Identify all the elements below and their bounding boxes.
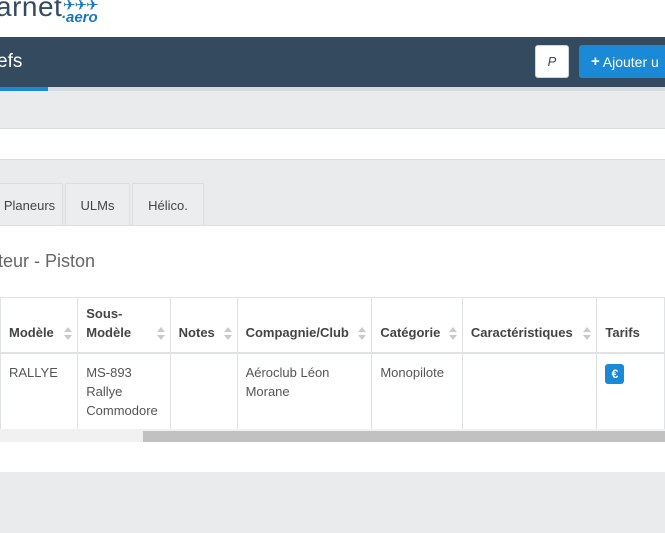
column-header-caracteristiques[interactable]: Caractéristiques xyxy=(461,297,598,354)
table-row[interactable]: RALLYE MS-893 Rallye Commodore Aéroclub … xyxy=(0,352,665,430)
cell-tarifs: € xyxy=(596,352,665,430)
sort-icon[interactable] xyxy=(448,326,457,341)
tab-helico[interactable]: Hélico. xyxy=(132,183,204,226)
section-title: teur - Piston xyxy=(0,251,96,271)
cell-categorie: Monopilote xyxy=(371,352,463,430)
cell-modele: RALLYE xyxy=(0,352,79,430)
pin-icon: P xyxy=(547,54,557,69)
main-content: teur - Piston Modèle Sous-Modèle Notes C… xyxy=(0,225,665,472)
sort-icon[interactable] xyxy=(223,326,232,341)
column-header-sous-modele[interactable]: Sous-Modèle xyxy=(77,297,171,354)
sort-icon[interactable] xyxy=(583,326,592,341)
add-button-label: Ajouter u xyxy=(602,53,659,70)
table-header-row: Modèle Sous-Modèle Notes Compagnie/Club … xyxy=(0,297,665,354)
sort-icon[interactable] xyxy=(156,326,165,341)
plus-icon: + xyxy=(591,53,600,70)
navbar-strip xyxy=(0,87,665,91)
filter-bar[interactable] xyxy=(0,128,665,160)
sort-icon[interactable] xyxy=(358,326,367,341)
aircraft-table: Modèle Sous-Modèle Notes Compagnie/Club … xyxy=(0,297,665,430)
column-header-compagnie[interactable]: Compagnie/Club xyxy=(236,297,373,354)
column-header-categorie[interactable]: Catégorie xyxy=(371,297,463,354)
options-button[interactable]: P xyxy=(535,45,569,78)
euro-icon[interactable]: € xyxy=(605,363,625,384)
tab-ulms[interactable]: ULMs xyxy=(65,183,130,226)
logo-subtext: ·aero xyxy=(61,9,98,26)
add-button[interactable]: + Ajouter u xyxy=(579,45,665,78)
cell-compagnie: Aéroclub Léon Morane xyxy=(236,352,373,430)
horizontal-scrollbar[interactable] xyxy=(0,429,665,442)
column-header-notes[interactable]: Notes xyxy=(169,297,238,354)
page-title: efs xyxy=(0,51,23,72)
column-header-modele[interactable]: Modèle xyxy=(0,297,79,354)
tab-label: Hélico. xyxy=(148,197,188,213)
sort-icon[interactable] xyxy=(64,326,73,341)
active-nav-indicator xyxy=(0,87,48,91)
tab-label: Planeurs xyxy=(3,197,56,213)
tab-label: ULMs xyxy=(80,197,115,213)
scrollbar-thumb[interactable] xyxy=(143,431,665,442)
cell-caracteristiques xyxy=(461,352,598,430)
column-header-tarifs[interactable]: Tarifs xyxy=(596,297,665,354)
top-header: arnet ✈✈✈ ·aero xyxy=(0,0,665,37)
cell-sous-modele: MS-893 Rallye Commodore xyxy=(77,352,171,430)
logo-text[interactable]: arnet xyxy=(0,0,62,23)
tab-planeurs[interactable]: Planeurs xyxy=(0,183,63,226)
cell-notes xyxy=(169,352,238,430)
